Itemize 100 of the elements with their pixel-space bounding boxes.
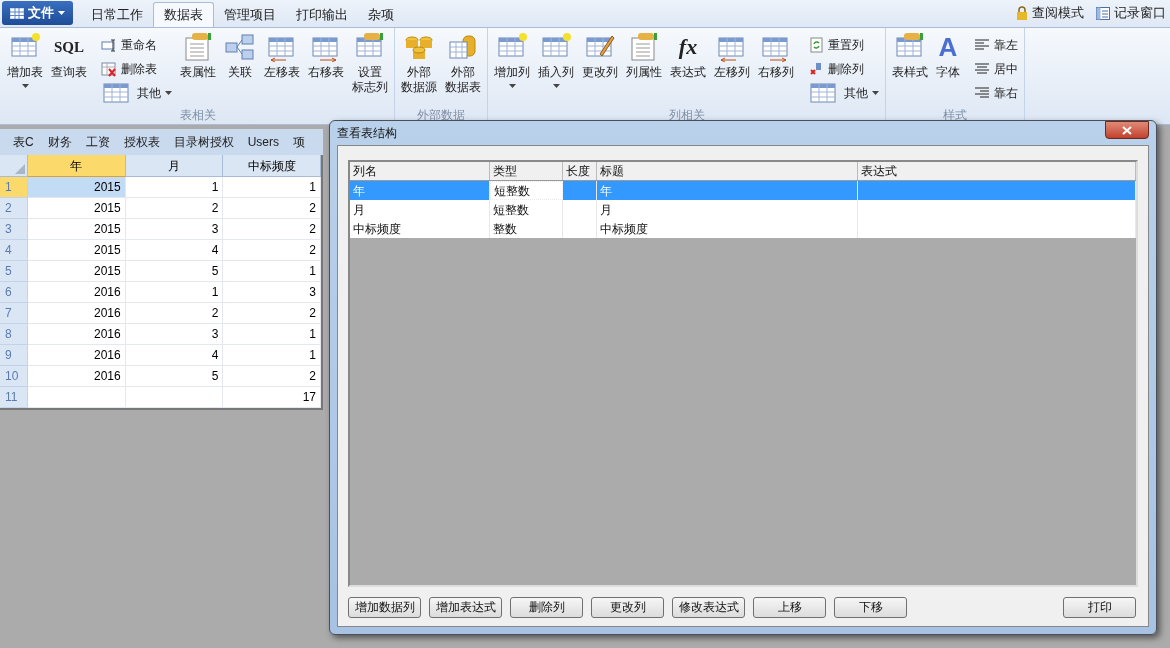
ribbon-button[interactable]: 列属性 — [622, 28, 666, 102]
ribbon-small-button[interactable]: 其他 — [808, 82, 879, 103]
ribbon-small-button[interactable]: 其他 — [101, 82, 172, 103]
dialog-button[interactable]: 增加表达式 — [429, 596, 502, 618]
table-icon — [10, 7, 24, 19]
table-tab[interactable]: 授权表 — [116, 131, 167, 153]
ribbon-button[interactable]: 设置 标志列 — [348, 28, 392, 102]
table-tab[interactable]: 工资 — [78, 131, 117, 153]
ribbon-button[interactable]: 左移列 — [710, 28, 754, 102]
column-header[interactable]: 中标频度 — [223, 155, 321, 177]
ribbon-button[interactable]: 关联 — [220, 28, 260, 102]
icon-label: SQL — [54, 37, 84, 57]
table-cell: 1 — [223, 324, 321, 345]
column-header[interactable]: 标题 — [597, 162, 858, 180]
align-left-icon — [974, 36, 990, 53]
close-button[interactable] — [1105, 121, 1149, 139]
ribbon-button[interactable]: 增加列 — [490, 28, 534, 102]
ribbon-small-button[interactable]: 居中 — [974, 58, 1018, 79]
table-cell: 17 — [223, 387, 321, 408]
table-cell: 3 — [223, 282, 321, 303]
ribbon-button[interactable]: 左移表 — [260, 28, 304, 102]
table-cell: 5 — [125, 261, 224, 282]
ribbon-button[interactable]: 更改列 — [578, 28, 622, 102]
row-header[interactable]: 9 — [0, 345, 28, 366]
ribbon-button[interactable]: 外部 数据表 — [441, 28, 485, 102]
column-header[interactable]: 表达式 — [858, 162, 1136, 180]
dialog-button[interactable]: 更改列 — [591, 596, 664, 618]
table-cell: 2015 — [28, 219, 126, 240]
ribbon-tab[interactable]: 杂项 — [358, 2, 404, 27]
table-row[interactable]: 月 短整数 月 — [350, 200, 1136, 219]
dialog-button[interactable]: 上移 — [753, 596, 826, 618]
ribbon-small-button[interactable]: 靠左 — [974, 34, 1018, 55]
dialog-title: 查看表结构 — [337, 125, 397, 142]
table-cell: 1 — [125, 282, 224, 303]
row-header[interactable]: 4 — [0, 240, 28, 261]
corner-triangle-icon — [15, 164, 25, 174]
table-cell: 2016 — [28, 366, 126, 387]
ribbon-tab[interactable]: 打印输出 — [286, 2, 358, 27]
column-header[interactable]: 月 — [125, 155, 224, 177]
table-cell: 1 — [223, 345, 321, 366]
table-cell: 中标频度 — [350, 219, 490, 238]
table-tab[interactable]: 目录树授权 — [166, 131, 241, 153]
table-delete-icon — [101, 60, 117, 77]
button-label-line: 数据表 — [445, 80, 481, 95]
ribbon-button[interactable]: A 字体 — [932, 28, 964, 102]
dialog-button[interactable]: 删除列 — [510, 596, 583, 618]
icon-label: fx — [678, 33, 698, 61]
toolbar-button[interactable]: 查阅模式 — [1016, 3, 1084, 23]
ribbon-button[interactable]: 右移列 — [754, 28, 798, 102]
table-row[interactable]: 中标频度 整数 中标频度 — [350, 219, 1136, 238]
table-row[interactable]: 年 短整数 年 — [350, 181, 1136, 200]
ribbon-button[interactable]: 插入列 — [534, 28, 578, 102]
table-cell: 2015 — [28, 177, 126, 198]
ribbon-small-button[interactable]: 靠右 — [974, 82, 1018, 103]
row-header[interactable]: 3 — [0, 219, 28, 240]
ribbon-button[interactable]: 外部 数据源 — [397, 28, 441, 102]
print-button[interactable]: 打印 — [1063, 596, 1136, 618]
window-icon — [1096, 6, 1110, 20]
ribbon-button[interactable]: SQL 查询表 — [47, 28, 91, 102]
table-cell: 整数 — [490, 219, 563, 238]
refresh-icon — [808, 36, 824, 53]
table-cell: 1 — [223, 177, 321, 198]
close-icon — [1122, 125, 1132, 135]
ribbon-tab[interactable]: 管理项目 — [214, 2, 286, 27]
table-cell: 2015 — [28, 198, 126, 219]
table-cell: 2 — [223, 219, 321, 240]
row-header[interactable]: 2 — [0, 198, 28, 219]
table-tab[interactable]: Users — [240, 131, 286, 153]
column-delete-icon — [808, 60, 824, 77]
column-header[interactable]: 年 — [28, 155, 126, 177]
dialog-button[interactable]: 增加数据列 — [348, 596, 421, 618]
file-menu-button[interactable]: 文件 — [2, 1, 73, 25]
ribbon-small-button[interactable]: 删除列 — [808, 58, 879, 79]
table-tab[interactable]: 表C — [6, 131, 41, 153]
ribbon-button[interactable]: fx 表达式 — [666, 28, 710, 102]
column-header[interactable]: 长度 — [563, 162, 597, 180]
toolbar-button[interactable]: 记录窗口 — [1096, 3, 1166, 23]
dialog-button[interactable]: 下移 — [834, 596, 907, 618]
ribbon-button[interactable]: 右移表 — [304, 28, 348, 102]
ribbon-button[interactable]: 表样式 — [888, 28, 932, 102]
table-tab[interactable]: 财务 — [40, 131, 79, 153]
dialog-button[interactable]: 修改表达式 — [672, 596, 745, 618]
ribbon-tab[interactable]: 数据表 — [153, 2, 214, 27]
ribbon-small-button[interactable]: 重置列 — [808, 34, 879, 55]
table-cell: 2 — [223, 366, 321, 387]
button-label-line: 设置 — [358, 65, 382, 80]
ribbon-small-button[interactable]: 重命名 — [101, 34, 172, 55]
ribbon-button[interactable]: 增加表 — [3, 28, 47, 102]
column-header[interactable]: 类型 — [490, 162, 563, 180]
row-header[interactable]: 8 — [0, 324, 28, 345]
row-header[interactable]: 6 — [0, 282, 28, 303]
table-tab[interactable]: 项 — [286, 131, 312, 153]
document-hand-icon — [182, 32, 214, 62]
ribbon-tab[interactable]: 日常工作 — [81, 2, 153, 27]
column-header[interactable]: 列名 — [350, 162, 490, 180]
table-cell: 3 — [125, 219, 224, 240]
ribbon-small-button[interactable]: 删除表 — [101, 58, 172, 79]
align-right-icon — [974, 84, 990, 101]
document-hand-icon — [628, 32, 660, 62]
ribbon-button[interactable]: 表属性 — [176, 28, 220, 102]
